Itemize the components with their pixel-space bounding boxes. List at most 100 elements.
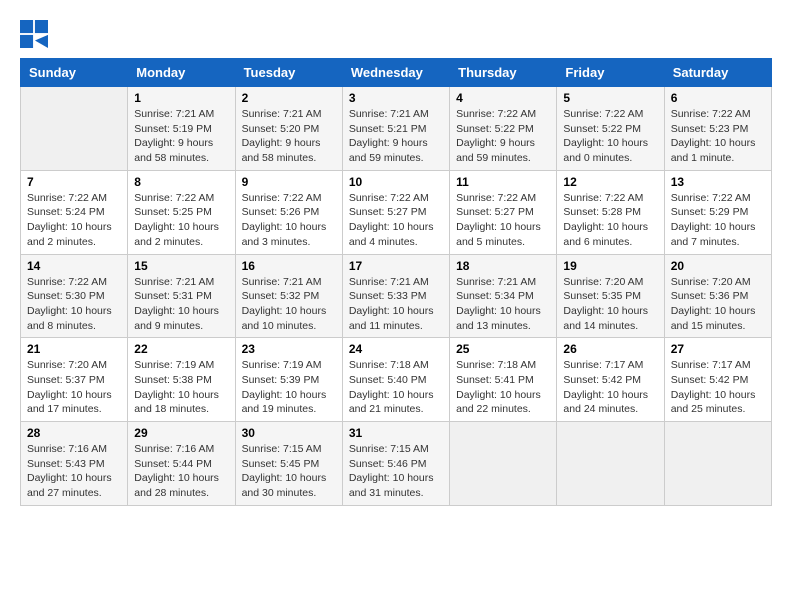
day-number: 5 bbox=[563, 91, 657, 105]
day-info: Sunrise: 7:18 AM Sunset: 5:41 PM Dayligh… bbox=[456, 358, 550, 417]
calendar-cell: 18 Sunrise: 7:21 AM Sunset: 5:34 PM Dayli… bbox=[450, 254, 557, 338]
day-number: 18 bbox=[456, 259, 550, 273]
page-header bbox=[20, 20, 772, 48]
day-info: Sunrise: 7:16 AM Sunset: 5:44 PM Dayligh… bbox=[134, 442, 228, 501]
day-info: Sunrise: 7:18 AM Sunset: 5:40 PM Dayligh… bbox=[349, 358, 443, 417]
calendar-cell: 27Sunrise: 7:17 AM Sunset: 5:42 PM Dayli… bbox=[664, 338, 771, 422]
calendar-cell: 1 Sunrise: 7:21 AM Sunset: 5:19 PM Daylig… bbox=[128, 87, 235, 171]
calendar-table: SundayMondayTuesdayWednesdayThursdayFrid… bbox=[20, 58, 772, 506]
day-info: Sunrise: 7:17 AM Sunset: 5:42 PM Dayligh… bbox=[563, 358, 657, 417]
day-info: Sunrise: 7:22 AM Sunset: 5:29 PM Dayligh… bbox=[671, 191, 765, 250]
calendar-cell bbox=[557, 422, 664, 506]
day-number: 7 bbox=[27, 175, 121, 189]
day-info: Sunrise: 7:22 AM Sunset: 5:22 PM Dayligh… bbox=[563, 107, 657, 166]
calendar-cell: 2 Sunrise: 7:21 AM Sunset: 5:20 PM Daylig… bbox=[235, 87, 342, 171]
day-info: Sunrise: 7:22 AM Sunset: 5:22 PM Dayligh… bbox=[456, 107, 550, 166]
day-number: 9 bbox=[242, 175, 336, 189]
column-header-thursday: Thursday bbox=[450, 59, 557, 87]
calendar-cell: 26 Sunrise: 7:17 AM Sunset: 5:42 PM Dayli… bbox=[557, 338, 664, 422]
day-number: 10 bbox=[349, 175, 443, 189]
day-number: 12 bbox=[563, 175, 657, 189]
day-number: 14 bbox=[27, 259, 121, 273]
calendar-week-2: 7 Sunrise: 7:22 AM Sunset: 5:24 PM Daylig… bbox=[21, 170, 772, 254]
day-info: Sunrise: 7:21 AM Sunset: 5:34 PM Dayligh… bbox=[456, 275, 550, 334]
calendar-cell: 8 Sunrise: 7:22 AM Sunset: 5:25 PM Daylig… bbox=[128, 170, 235, 254]
day-number: 20 bbox=[671, 259, 765, 273]
day-number: 3 bbox=[349, 91, 443, 105]
calendar-week-5: 28 Sunrise: 7:16 AM Sunset: 5:43 PM Dayli… bbox=[21, 422, 772, 506]
day-info: Sunrise: 7:15 AM Sunset: 5:46 PM Dayligh… bbox=[349, 442, 443, 501]
day-number: 25 bbox=[456, 342, 550, 356]
day-info: Sunrise: 7:22 AM Sunset: 5:27 PM Dayligh… bbox=[456, 191, 550, 250]
calendar-cell: 25 Sunrise: 7:18 AM Sunset: 5:41 PM Dayli… bbox=[450, 338, 557, 422]
day-number: 11 bbox=[456, 175, 550, 189]
calendar-week-3: 14 Sunrise: 7:22 AM Sunset: 5:30 PM Dayli… bbox=[21, 254, 772, 338]
day-info: Sunrise: 7:22 AM Sunset: 5:23 PM Dayligh… bbox=[671, 107, 765, 166]
calendar-cell: 4 Sunrise: 7:22 AM Sunset: 5:22 PM Daylig… bbox=[450, 87, 557, 171]
day-info: Sunrise: 7:22 AM Sunset: 5:30 PM Dayligh… bbox=[27, 275, 121, 334]
day-info: Sunrise: 7:21 AM Sunset: 5:33 PM Dayligh… bbox=[349, 275, 443, 334]
calendar-cell: 30 Sunrise: 7:15 AM Sunset: 5:45 PM Dayli… bbox=[235, 422, 342, 506]
calendar-cell: 29 Sunrise: 7:16 AM Sunset: 5:44 PM Dayli… bbox=[128, 422, 235, 506]
calendar-cell bbox=[21, 87, 128, 171]
day-info: Sunrise: 7:16 AM Sunset: 5:43 PM Dayligh… bbox=[27, 442, 121, 501]
day-number: 19 bbox=[563, 259, 657, 273]
day-info: Sunrise: 7:22 AM Sunset: 5:24 PM Dayligh… bbox=[27, 191, 121, 250]
column-header-wednesday: Wednesday bbox=[342, 59, 449, 87]
day-info: Sunrise: 7:21 AM Sunset: 5:20 PM Dayligh… bbox=[242, 107, 336, 166]
day-info: Sunrise: 7:19 AM Sunset: 5:38 PM Dayligh… bbox=[134, 358, 228, 417]
calendar-cell: 28 Sunrise: 7:16 AM Sunset: 5:43 PM Dayli… bbox=[21, 422, 128, 506]
calendar-cell bbox=[450, 422, 557, 506]
calendar-cell bbox=[664, 422, 771, 506]
calendar-cell: 16 Sunrise: 7:21 AM Sunset: 5:32 PM Dayli… bbox=[235, 254, 342, 338]
calendar-cell: 19Sunrise: 7:20 AM Sunset: 5:35 PM Dayli… bbox=[557, 254, 664, 338]
day-number: 26 bbox=[563, 342, 657, 356]
day-number: 4 bbox=[456, 91, 550, 105]
column-header-sunday: Sunday bbox=[21, 59, 128, 87]
calendar-cell: 17 Sunrise: 7:21 AM Sunset: 5:33 PM Dayli… bbox=[342, 254, 449, 338]
day-info: Sunrise: 7:22 AM Sunset: 5:25 PM Dayligh… bbox=[134, 191, 228, 250]
day-number: 24 bbox=[349, 342, 443, 356]
day-number: 8 bbox=[134, 175, 228, 189]
calendar-cell: 31 Sunrise: 7:15 AM Sunset: 5:46 PM Dayli… bbox=[342, 422, 449, 506]
day-number: 29 bbox=[134, 426, 228, 440]
day-info: Sunrise: 7:21 AM Sunset: 5:19 PM Dayligh… bbox=[134, 107, 228, 166]
day-info: Sunrise: 7:20 AM Sunset: 5:36 PM Dayligh… bbox=[671, 275, 765, 334]
day-number: 23 bbox=[242, 342, 336, 356]
day-number: 30 bbox=[242, 426, 336, 440]
day-info: Sunrise: 7:21 AM Sunset: 5:32 PM Dayligh… bbox=[242, 275, 336, 334]
day-number: 1 bbox=[134, 91, 228, 105]
day-number: 6 bbox=[671, 91, 765, 105]
day-number: 31 bbox=[349, 426, 443, 440]
column-header-saturday: Saturday bbox=[664, 59, 771, 87]
day-number: 27 bbox=[671, 342, 765, 356]
day-info: Sunrise: 7:20 AM Sunset: 5:37 PM Dayligh… bbox=[27, 358, 121, 417]
calendar-cell: 9 Sunrise: 7:22 AM Sunset: 5:26 PM Daylig… bbox=[235, 170, 342, 254]
calendar-header-row: SundayMondayTuesdayWednesdayThursdayFrid… bbox=[21, 59, 772, 87]
calendar-cell: 15Sunrise: 7:21 AM Sunset: 5:31 PM Dayli… bbox=[128, 254, 235, 338]
calendar-cell: 5 Sunrise: 7:22 AM Sunset: 5:22 PM Daylig… bbox=[557, 87, 664, 171]
day-number: 21 bbox=[27, 342, 121, 356]
calendar-cell: 10 Sunrise: 7:22 AM Sunset: 5:27 PM Dayli… bbox=[342, 170, 449, 254]
day-number: 17 bbox=[349, 259, 443, 273]
day-info: Sunrise: 7:15 AM Sunset: 5:45 PM Dayligh… bbox=[242, 442, 336, 501]
day-number: 16 bbox=[242, 259, 336, 273]
day-number: 13 bbox=[671, 175, 765, 189]
column-header-tuesday: Tuesday bbox=[235, 59, 342, 87]
calendar-cell: 21 Sunrise: 7:20 AM Sunset: 5:37 PM Dayli… bbox=[21, 338, 128, 422]
calendar-cell: 14 Sunrise: 7:22 AM Sunset: 5:30 PM Dayli… bbox=[21, 254, 128, 338]
day-info: Sunrise: 7:22 AM Sunset: 5:26 PM Dayligh… bbox=[242, 191, 336, 250]
day-info: Sunrise: 7:19 AM Sunset: 5:39 PM Dayligh… bbox=[242, 358, 336, 417]
calendar-cell: 3 Sunrise: 7:21 AM Sunset: 5:21 PM Daylig… bbox=[342, 87, 449, 171]
day-info: Sunrise: 7:21 AM Sunset: 5:21 PM Dayligh… bbox=[349, 107, 443, 166]
day-info: Sunrise: 7:22 AM Sunset: 5:27 PM Dayligh… bbox=[349, 191, 443, 250]
calendar-cell: 12 Sunrise: 7:22 AM Sunset: 5:28 PM Dayli… bbox=[557, 170, 664, 254]
day-number: 2 bbox=[242, 91, 336, 105]
calendar-week-1: 1 Sunrise: 7:21 AM Sunset: 5:19 PM Daylig… bbox=[21, 87, 772, 171]
logo-icon bbox=[20, 20, 48, 48]
logo bbox=[20, 20, 52, 48]
day-info: Sunrise: 7:22 AM Sunset: 5:28 PM Dayligh… bbox=[563, 191, 657, 250]
day-number: 22 bbox=[134, 342, 228, 356]
calendar-cell: 22 Sunrise: 7:19 AM Sunset: 5:38 PM Dayli… bbox=[128, 338, 235, 422]
day-number: 28 bbox=[27, 426, 121, 440]
